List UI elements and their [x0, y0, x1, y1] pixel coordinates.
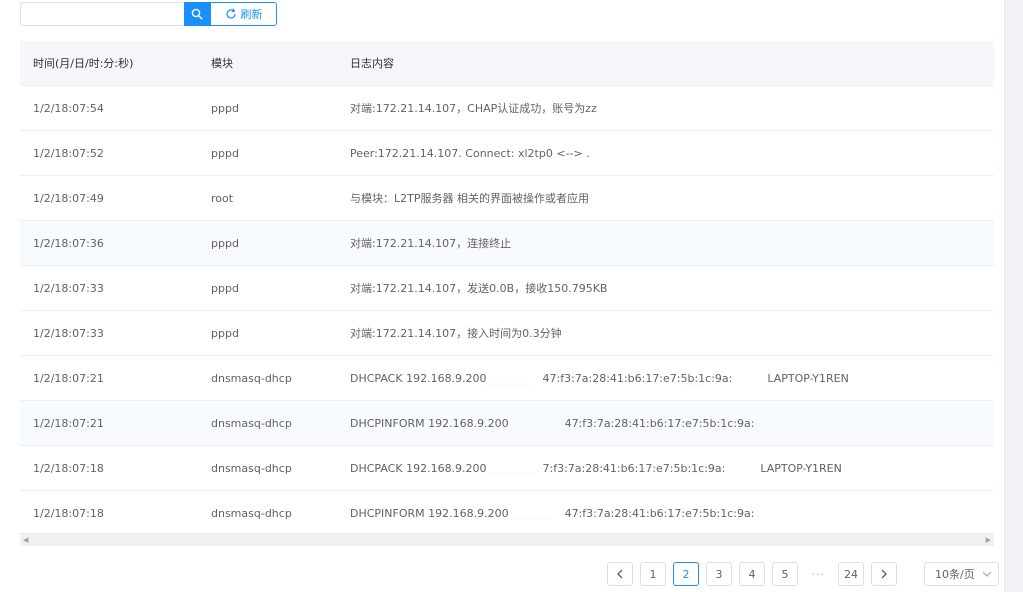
- horizontal-scrollbar[interactable]: ◀ ▶: [20, 533, 994, 546]
- table-row[interactable]: 1/2/18:07:21 dnsmasq-dhcp DHCPINFORM 192…: [20, 401, 994, 446]
- scroll-left-icon[interactable]: ◀: [23, 536, 28, 544]
- table-row[interactable]: 1/2/18:07:49 root 与模块：L2TP服务器 相关的界面被操作或者…: [20, 176, 994, 221]
- search-button[interactable]: [184, 2, 210, 26]
- refresh-label: 刷新: [240, 8, 263, 21]
- cell-content: 与模块：L2TP服务器 相关的界面被操作或者应用: [337, 190, 994, 206]
- cell-time: 1/2/18:07:52: [33, 146, 104, 160]
- cell-time: 1/2/18:07:18: [33, 506, 104, 520]
- cell-content: DHCPINFORM 192.168.9.200 47:f3:7a:28:41:…: [337, 507, 994, 520]
- pagination: 1 2 3 4 5 ··· 24 10条/页: [607, 562, 999, 586]
- chevron-down-icon: [982, 571, 992, 577]
- cell-content: 对端:172.21.14.107，CHAP认证成功，账号为zz: [337, 100, 994, 116]
- cell-time: 1/2/18:07:33: [33, 326, 104, 340]
- cell-time: 1/2/18:07:21: [33, 416, 104, 430]
- page-button-last[interactable]: 24: [838, 562, 864, 586]
- refresh-button[interactable]: 刷新: [210, 2, 277, 26]
- cell-module: dnsmasq-dhcp: [211, 461, 292, 475]
- cell-content-text: 对端:172.21.14.107，连接终止: [350, 237, 512, 250]
- chevron-right-icon: [881, 569, 887, 579]
- cell-module: pppd: [211, 236, 239, 250]
- table-row[interactable]: 1/2/18:07:33 pppd 对端:172.21.14.107，接入时间为…: [20, 311, 994, 356]
- column-header-module[interactable]: 模块: [198, 55, 337, 71]
- cell-content-text: DHCPACK 192.168.9.200 7:f3:7a:28:41:b6:1…: [350, 461, 842, 475]
- search-icon: [191, 8, 203, 20]
- log-panel: 刷新 时间(月/日/时:分:秒) 模块 日志内容 1/2/18:07:54 pp…: [0, 0, 1005, 592]
- cell-content-text: DHCPINFORM 192.168.9.200 47:f3:7a:28:41:…: [350, 506, 755, 520]
- cell-module: pppd: [211, 326, 239, 340]
- cell-content: 对端:172.21.14.107，发送0.0B，接收150.795KB: [337, 280, 994, 296]
- cell-content: 对端:172.21.14.107，接入时间为0.3分钟: [337, 325, 994, 341]
- table-row[interactable]: 1/2/18:07:54 pppd 对端:172.21.14.107，CHAP认…: [20, 86, 994, 131]
- page-button-1[interactable]: 1: [640, 562, 666, 586]
- cell-content-text: 对端:172.21.14.107，发送0.0B，接收150.795KB: [350, 282, 608, 295]
- scroll-right-icon[interactable]: ▶: [986, 536, 991, 544]
- page-button-5[interactable]: 5: [772, 562, 798, 586]
- cell-content-text: DHCPACK 192.168.9.200 47:f3:7a:28:41:b6:…: [350, 371, 849, 385]
- cell-time: 1/2/18:07:49: [33, 191, 104, 205]
- cell-time: 1/2/18:07:18: [33, 461, 104, 475]
- table-row[interactable]: 1/2/18:07:21 dnsmasq-dhcp DHCPACK 192.16…: [20, 356, 994, 401]
- page-button-3[interactable]: 3: [706, 562, 732, 586]
- page-button-2[interactable]: 2: [673, 562, 699, 586]
- cell-content: DHCPINFORM 192.168.9.200 47:f3:7a:28:41:…: [337, 417, 994, 430]
- cell-module: pppd: [211, 101, 239, 115]
- table-row[interactable]: 1/2/18:07:36 pppd 对端:172.21.14.107，连接终止: [20, 221, 994, 266]
- prev-page-button[interactable]: [607, 562, 633, 586]
- table-row[interactable]: 1/2/18:07:33 pppd 对端:172.21.14.107，发送0.0…: [20, 266, 994, 311]
- cell-time: 1/2/18:07:33: [33, 281, 104, 295]
- log-table: 时间(月/日/时:分:秒) 模块 日志内容 1/2/18:07:54 pppd …: [20, 41, 994, 536]
- page-size-select[interactable]: 10条/页: [924, 562, 999, 586]
- next-page-button[interactable]: [871, 562, 897, 586]
- page-ellipsis[interactable]: ···: [805, 562, 831, 586]
- cell-content: 对端:172.21.14.107，连接终止: [337, 235, 994, 251]
- table-row[interactable]: 1/2/18:07:52 pppd Peer:172.21.14.107. Co…: [20, 131, 994, 176]
- cell-content-text: 对端:172.21.14.107，接入时间为0.3分钟: [350, 327, 562, 340]
- cell-time: 1/2/18:07:54: [33, 101, 104, 115]
- table-row[interactable]: 1/2/18:07:18 dnsmasq-dhcp DHCPINFORM 192…: [20, 491, 994, 536]
- table-row[interactable]: 1/2/18:07:18 dnsmasq-dhcp DHCPACK 192.16…: [20, 446, 994, 491]
- table-header: 时间(月/日/时:分:秒) 模块 日志内容: [20, 41, 994, 86]
- cell-module: root: [211, 191, 234, 205]
- cell-module: pppd: [211, 146, 239, 160]
- chevron-left-icon: [617, 569, 623, 579]
- cell-content: Peer:172.21.14.107. Connect: xl2tp0 <-->…: [337, 147, 994, 160]
- cell-module: pppd: [211, 281, 239, 295]
- column-header-time[interactable]: 时间(月/日/时:分:秒): [20, 55, 198, 71]
- refresh-icon: [225, 8, 236, 19]
- column-header-content[interactable]: 日志内容: [337, 55, 994, 71]
- cell-content-text: DHCPINFORM 192.168.9.200 47:f3:7a:28:41:…: [350, 416, 755, 430]
- page-size-value: 10条/页: [935, 568, 975, 581]
- cell-time: 1/2/18:07:36: [33, 236, 104, 250]
- cell-module: dnsmasq-dhcp: [211, 416, 292, 430]
- cell-content-text: Peer:172.21.14.107. Connect: xl2tp0 <-->…: [350, 146, 590, 160]
- cell-module: dnsmasq-dhcp: [211, 506, 292, 520]
- cell-content-text: 对端:172.21.14.107，CHAP认证成功，账号为zz: [350, 102, 597, 115]
- cell-content: DHCPACK 192.168.9.200 7:f3:7a:28:41:b6:1…: [337, 462, 994, 475]
- cell-module: dnsmasq-dhcp: [211, 371, 292, 385]
- cell-time: 1/2/18:07:21: [33, 371, 104, 385]
- search-input[interactable]: [20, 2, 184, 26]
- cell-content-text: 与模块：L2TP服务器 相关的界面被操作或者应用: [350, 192, 589, 205]
- page-button-4[interactable]: 4: [739, 562, 765, 586]
- cell-content: DHCPACK 192.168.9.200 47:f3:7a:28:41:b6:…: [337, 372, 994, 385]
